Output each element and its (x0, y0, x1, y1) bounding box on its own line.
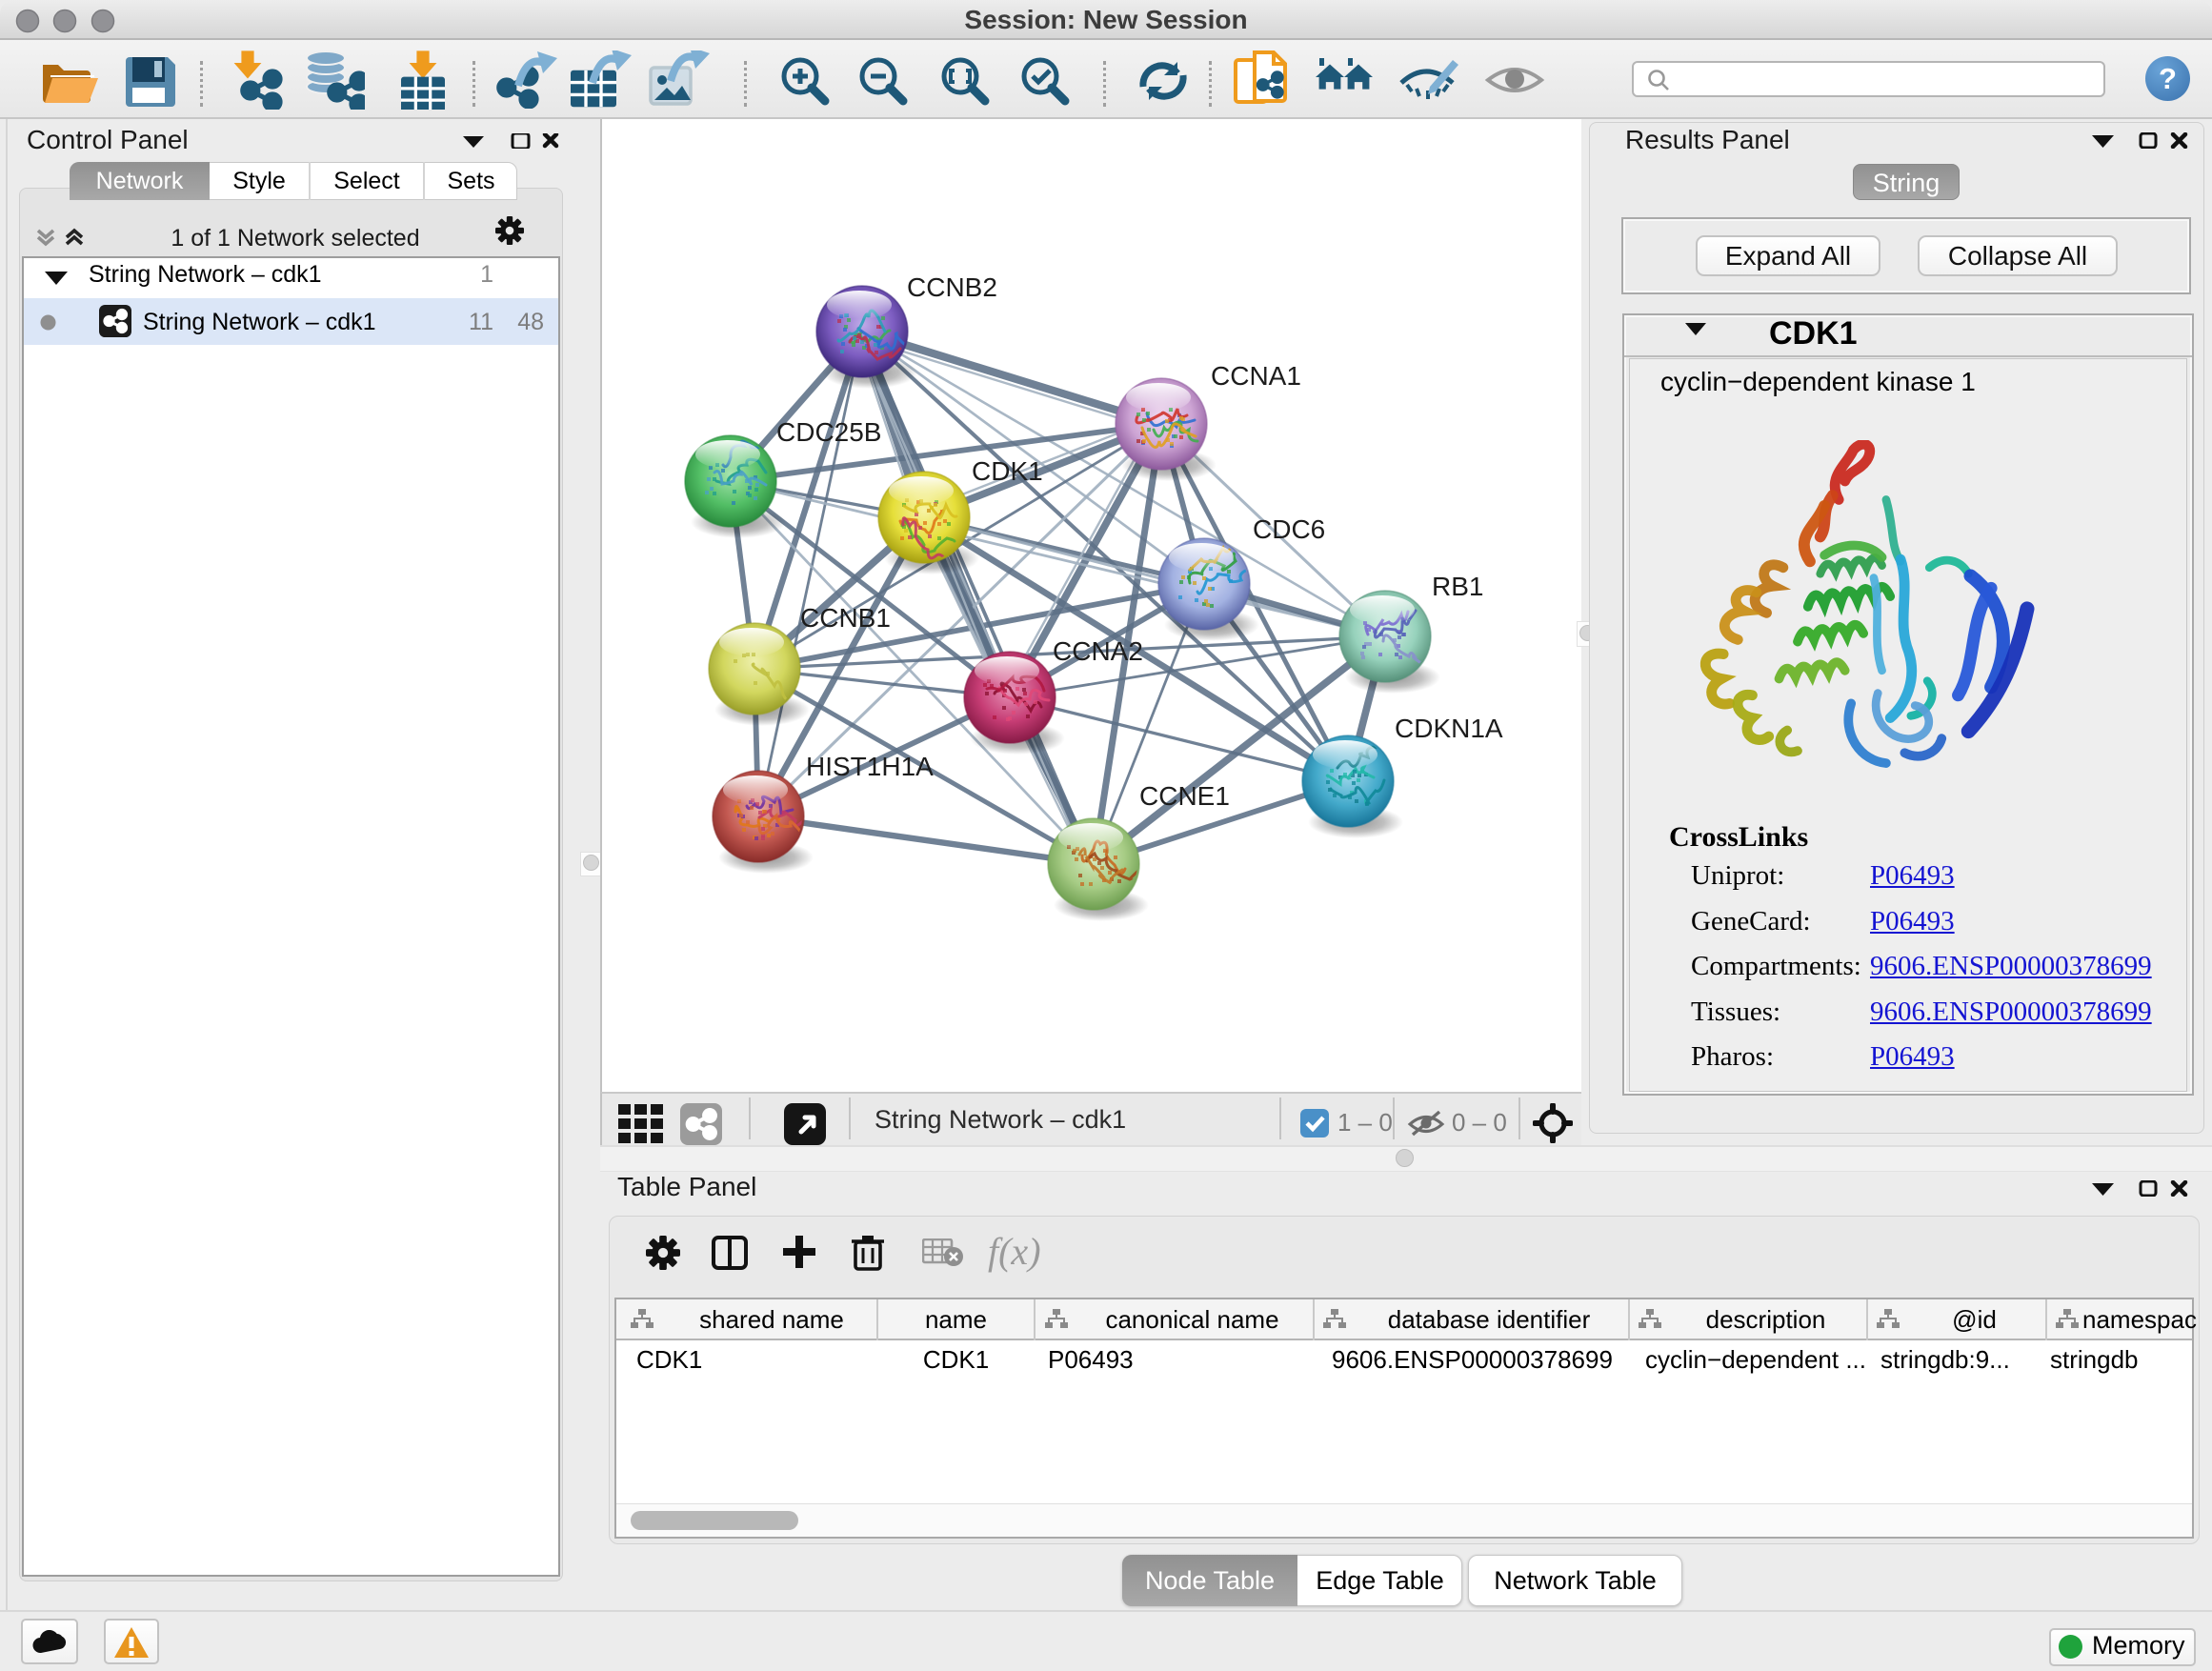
svg-text:CCNB2: CCNB2 (907, 272, 997, 302)
svg-text:CDK1: CDK1 (972, 456, 1043, 486)
svg-text:CCNA1: CCNA1 (1211, 361, 1301, 391)
svg-text:RB1: RB1 (1432, 572, 1483, 601)
svg-text:CCNB1: CCNB1 (800, 603, 891, 633)
svg-text:CDC6: CDC6 (1253, 514, 1325, 544)
svg-text:HIST1H1A: HIST1H1A (806, 752, 934, 781)
svg-text:CDC25B: CDC25B (776, 417, 881, 447)
svg-text:CDKN1A: CDKN1A (1395, 714, 1503, 743)
svg-text:CCNE1: CCNE1 (1139, 781, 1230, 811)
svg-text:CCNA2: CCNA2 (1053, 636, 1143, 666)
